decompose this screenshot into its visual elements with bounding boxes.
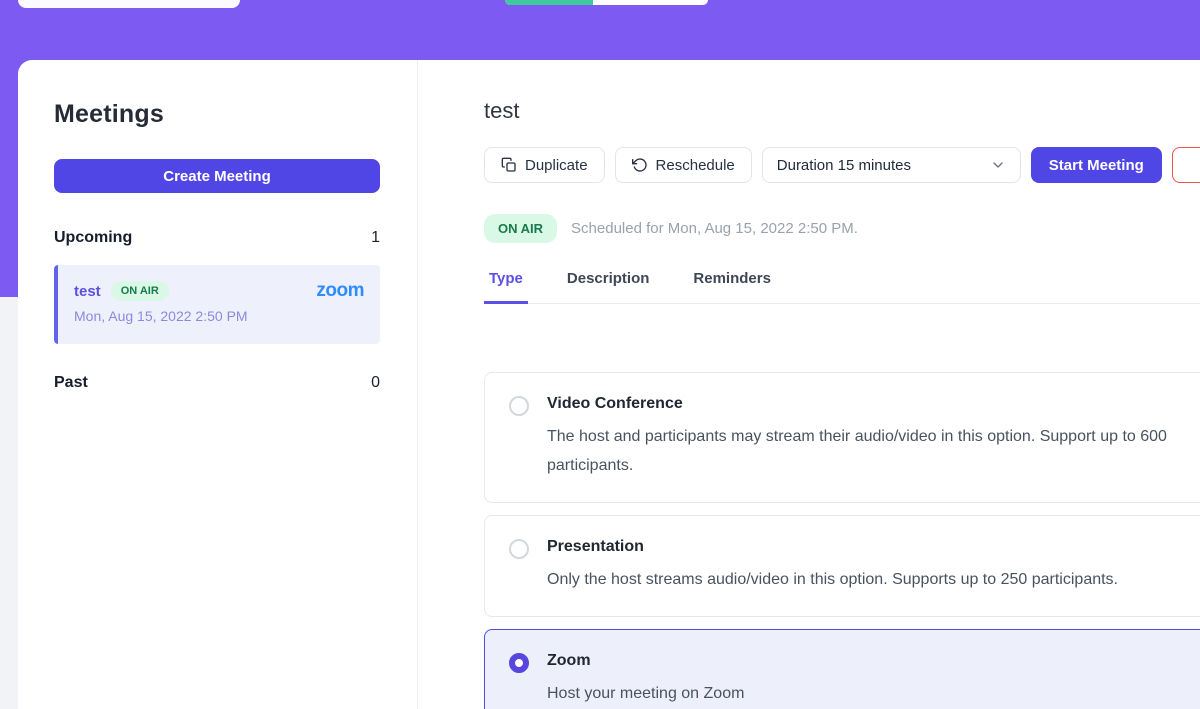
meeting-name: test — [74, 283, 101, 300]
radio-unchecked-icon[interactable] — [509, 396, 529, 416]
page-title: Meetings — [54, 100, 380, 129]
create-meeting-button[interactable]: Create Meeting — [54, 159, 380, 193]
detail-tabs: Type Description Reminders — [484, 264, 1200, 304]
status-row: ON AIR Scheduled for Mon, Aug 15, 2022 2… — [484, 214, 1200, 243]
option-presentation[interactable]: Presentation Only the host streams audio… — [484, 515, 1200, 617]
duration-value: Duration 15 minutes — [777, 157, 911, 174]
reschedule-label: Reschedule — [656, 157, 735, 174]
upcoming-label: Upcoming — [54, 229, 132, 247]
upcoming-section-header[interactable]: Upcoming 1 — [54, 229, 380, 247]
duplicate-label: Duplicate — [525, 157, 588, 174]
meeting-type-options: Video Conference The host and participan… — [484, 372, 1200, 709]
option-description: Host your meeting on Zoom — [547, 679, 744, 708]
on-air-badge: ON AIR — [111, 281, 169, 301]
meeting-datetime: Mon, Aug 15, 2022 2:50 PM — [74, 308, 364, 324]
option-title: Presentation — [547, 538, 1118, 556]
option-description: Only the host streams audio/video in thi… — [547, 565, 1118, 594]
tab-description[interactable]: Description — [562, 264, 655, 304]
tab-reminders[interactable]: Reminders — [688, 264, 776, 304]
tab-type[interactable]: Type — [484, 264, 528, 304]
start-meeting-button[interactable]: Start Meeting — [1031, 147, 1162, 183]
zoom-logo: zoom — [316, 280, 364, 302]
past-label: Past — [54, 374, 88, 392]
past-count: 0 — [371, 374, 380, 392]
upcoming-count: 1 — [371, 229, 380, 247]
toast-progress-bar — [505, 0, 593, 5]
option-description: The host and participants may stream the… — [547, 422, 1200, 480]
option-title: Video Conference — [547, 395, 1200, 413]
past-section-header[interactable]: Past 0 — [54, 374, 380, 392]
option-title: Zoom — [547, 652, 744, 670]
reschedule-button[interactable]: Reschedule — [615, 147, 752, 183]
toolbar: Duplicate Reschedule Duration 15 minutes… — [484, 147, 1200, 183]
delete-button-cutoff[interactable] — [1172, 147, 1200, 183]
cutoff-header-element — [18, 0, 240, 8]
toast-notification — [505, 0, 708, 5]
scheduled-text: Scheduled for Mon, Aug 15, 2022 2:50 PM. — [571, 220, 858, 237]
chevron-down-icon — [990, 157, 1006, 173]
duration-select[interactable]: Duration 15 minutes — [762, 147, 1021, 183]
content-panel: Meetings Create Meeting Upcoming 1 test … — [18, 60, 1200, 709]
option-video-conference[interactable]: Video Conference The host and participan… — [484, 372, 1200, 503]
meeting-list-item[interactable]: test ON AIR zoom Mon, Aug 15, 2022 2:50 … — [54, 265, 380, 344]
radio-unchecked-icon[interactable] — [509, 539, 529, 559]
meetings-sidebar: Meetings Create Meeting Upcoming 1 test … — [18, 60, 418, 709]
refresh-icon — [632, 157, 648, 173]
meeting-detail: test Duplicate Reschedule Duration 15 mi… — [418, 60, 1200, 709]
duplicate-button[interactable]: Duplicate — [484, 147, 605, 183]
copy-icon — [501, 157, 517, 173]
meeting-title: test — [484, 98, 1200, 124]
on-air-status-badge: ON AIR — [484, 214, 557, 243]
radio-checked-icon[interactable] — [509, 653, 529, 673]
option-zoom[interactable]: Zoom Host your meeting on Zoom — [484, 629, 1200, 709]
